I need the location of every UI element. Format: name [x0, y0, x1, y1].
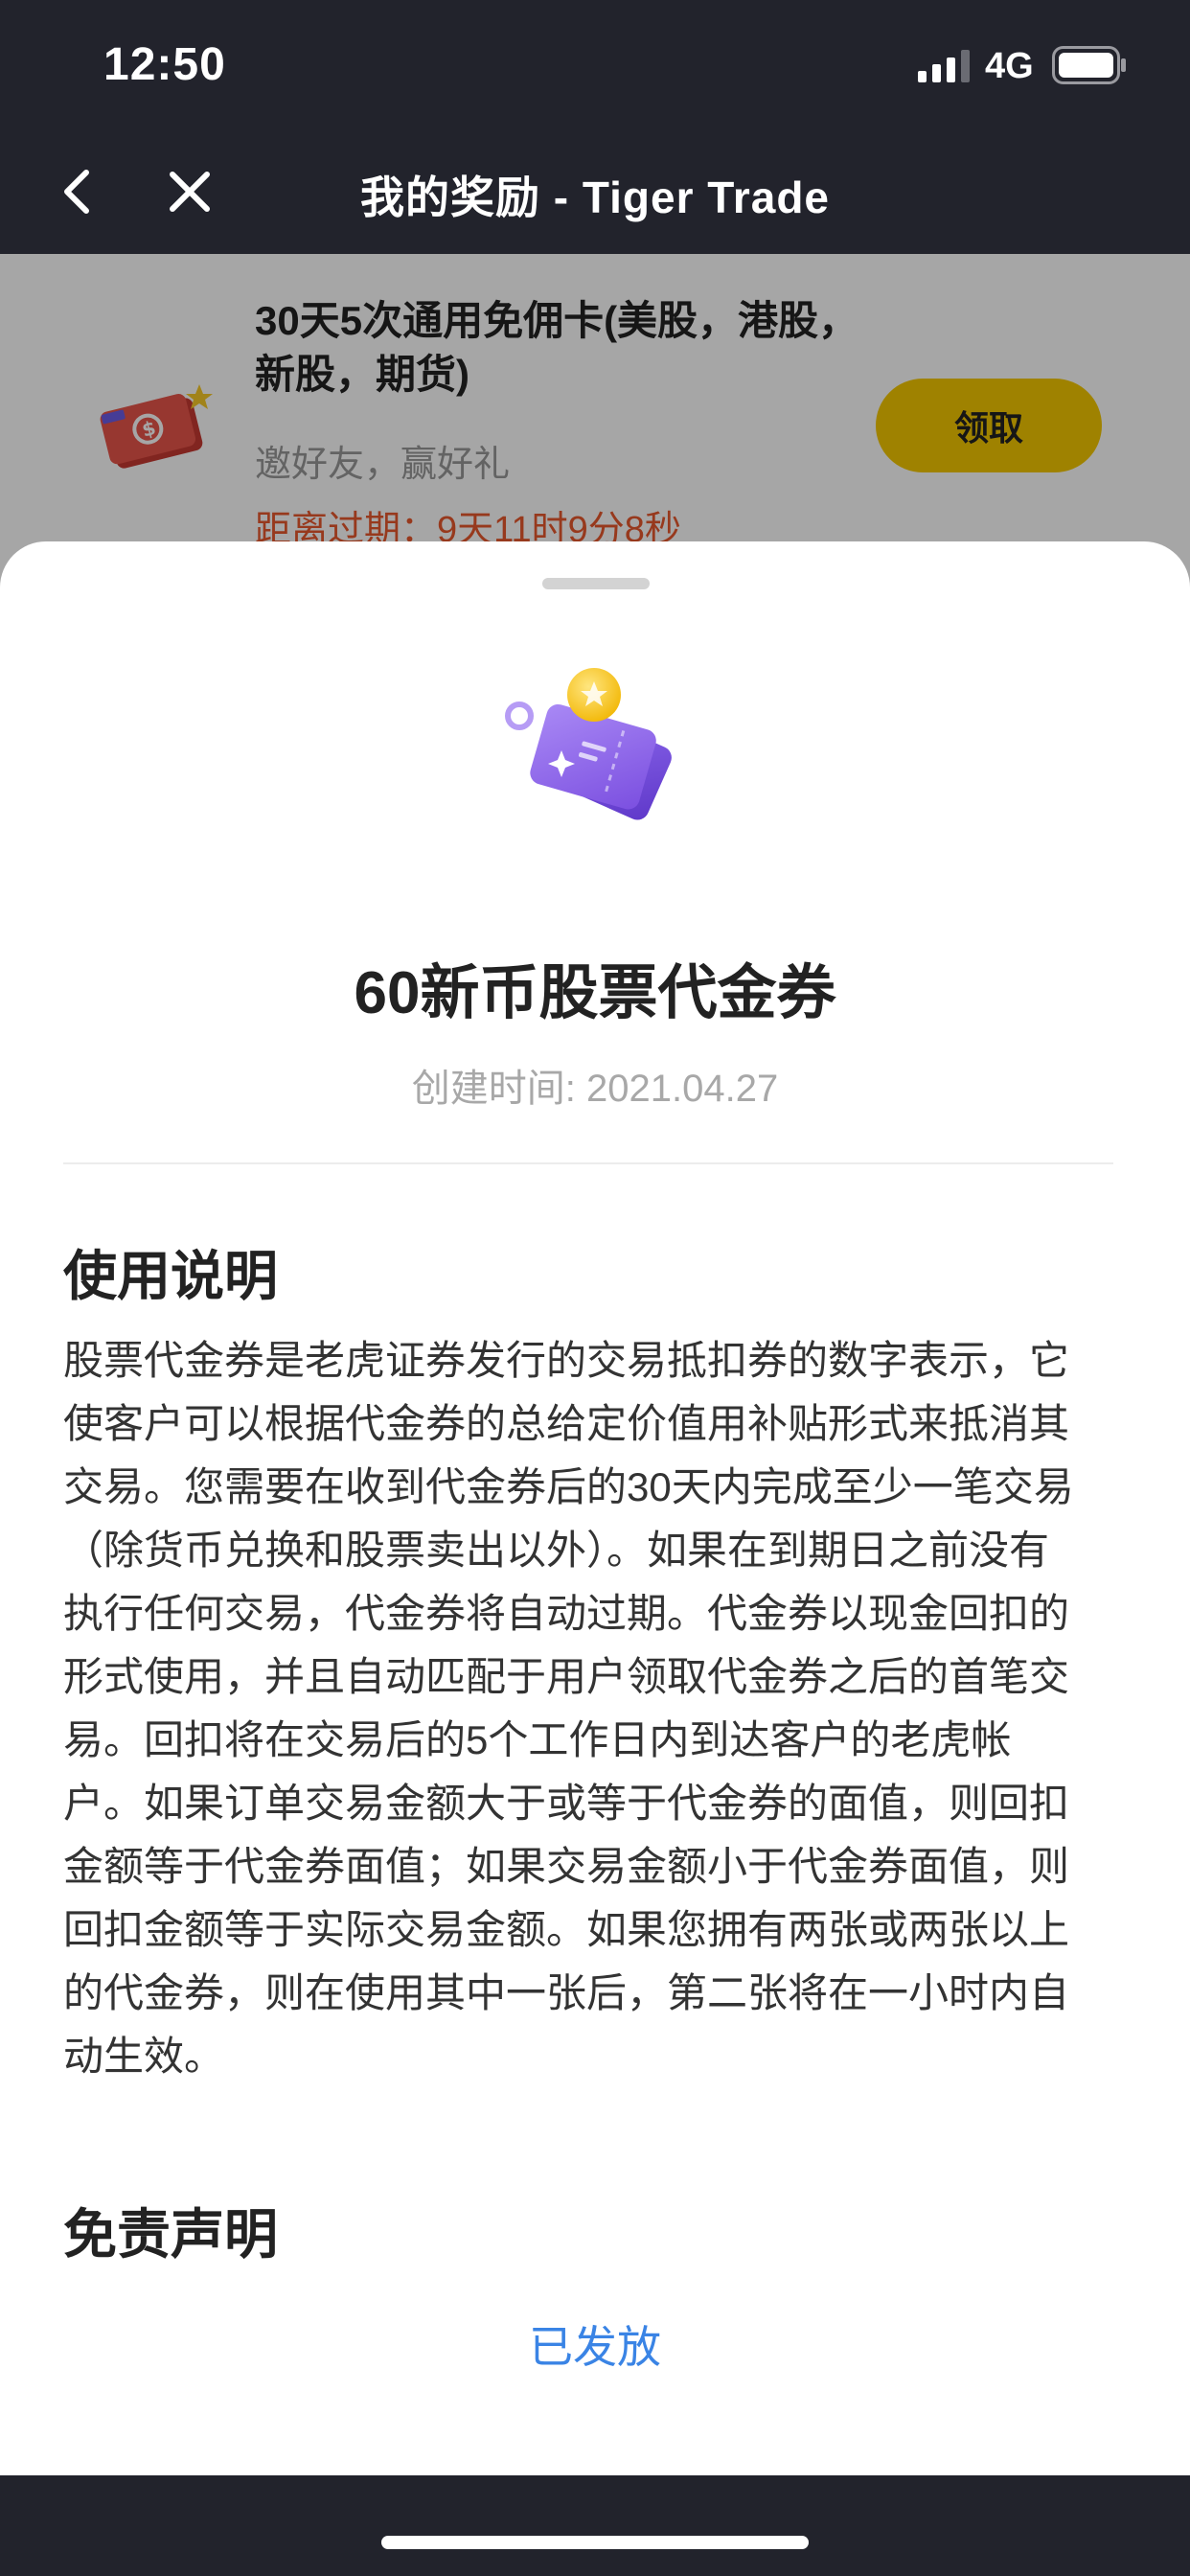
voucher-icon — [505, 668, 672, 820]
battery-icon — [1052, 46, 1126, 84]
network-label: 4G — [985, 46, 1034, 86]
voucher-detail-sheet: 60新币股票代金券 创建时间: 2021.04.27 使用说明 股票代金券是老虎… — [0, 541, 1190, 2475]
nav-bar: 我的奖励 - Tiger Trade — [0, 134, 1190, 254]
divider — [63, 1162, 1113, 1164]
usage-description: 股票代金券是老虎证券发行的交易抵扣券的数字表示，它使客户可以根据代金券的总给定价… — [63, 1338, 1074, 2079]
status-bar: 12:50 4G — [0, 0, 1190, 134]
bottom-system-bar — [0, 2475, 1190, 2576]
home-indicator[interactable] — [381, 2536, 809, 2549]
usage-heading: 使用说明 — [63, 1246, 278, 1306]
signal-icon — [918, 50, 970, 82]
created-date: 创建时间: 2021.04.27 — [411, 1068, 779, 1110]
page-title: 我的奖励 - Tiger Trade — [359, 172, 831, 222]
disclaimer-heading[interactable]: 免责声明 — [63, 2192, 278, 2269]
status-time: 12:50 — [103, 39, 226, 90]
issued-status: 已发放 — [529, 2322, 661, 2372]
drag-handle[interactable] — [542, 578, 650, 589]
voucher-title: 60新币股票代金券 — [354, 960, 836, 1026]
